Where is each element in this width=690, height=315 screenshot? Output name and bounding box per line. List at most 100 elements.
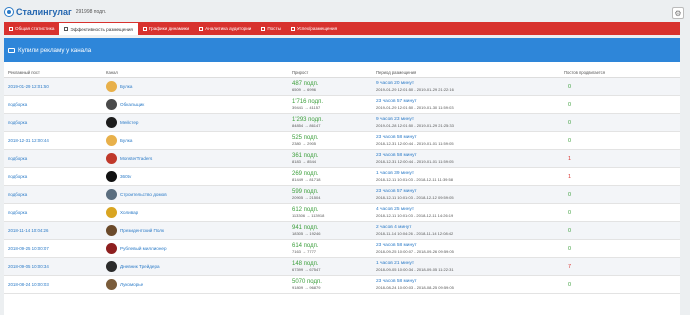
- channel-cell[interactable]: MonsterTraders: [106, 153, 292, 164]
- channel-logo-icon: [4, 6, 14, 17]
- panel-header: Купили рекламу у канала: [4, 38, 680, 62]
- settings-gear-icon[interactable]: ⚙: [672, 7, 684, 19]
- promoted-count: 0: [568, 83, 572, 90]
- tab-placement-success[interactable]: Успех/размещения: [286, 22, 342, 35]
- channel-cell[interactable]: Строительство домов: [106, 189, 292, 200]
- period-range: 2018-09-25 10:00:07 - 2018-09-26 09:59:0…: [376, 249, 454, 254]
- promoted-count: 0: [568, 209, 572, 216]
- ad-post-link[interactable]: подборка: [4, 174, 106, 180]
- channel-cell[interactable]: Обкальщик: [106, 99, 292, 110]
- channel-cell[interactable]: Мейстер: [106, 117, 292, 128]
- col-channel: Канал: [106, 70, 118, 75]
- tab-placement-efficiency[interactable]: Эффективность размещения: [59, 22, 138, 35]
- ad-post-link[interactable]: подборка: [4, 192, 106, 198]
- channel-cell[interactable]: Булка: [106, 81, 292, 92]
- channel-title[interactable]: Сталингулаг: [16, 7, 72, 17]
- period-range: 2018-11-14 10:04:26 - 2018-11-14 12:08:4…: [376, 231, 454, 236]
- placement-panel: Купили рекламу у канала Рекламный пост К…: [4, 38, 680, 315]
- ad-post-text[interactable]: подборка: [8, 156, 27, 161]
- tab-dynamics-charts[interactable]: Графики динамики: [138, 22, 194, 35]
- gain-detail: 18305 → 19246: [292, 231, 321, 236]
- ad-post-text[interactable]: подборка: [8, 174, 27, 179]
- ad-post-link[interactable]: 2018-12-31 12:00:44: [4, 138, 106, 144]
- gain-detail: 84854 → 86147: [292, 123, 321, 128]
- tab-general-stats[interactable]: Общая статистика: [4, 22, 59, 35]
- channel-name-link[interactable]: Обкальщик: [120, 102, 144, 107]
- promoted-count-cell: 0: [564, 246, 680, 252]
- col-ad-post: Рекламный пост: [8, 70, 40, 75]
- gain-detail: 91809 → 96879: [292, 285, 321, 290]
- ad-post-text[interactable]: 2018-09-05 10:00:34: [8, 264, 49, 269]
- ad-post-text[interactable]: подборка: [8, 102, 27, 107]
- channel-name-link[interactable]: Строительство домов: [120, 192, 167, 197]
- channel-name-link[interactable]: Лукоморье: [120, 282, 143, 287]
- ad-post-text[interactable]: 2018-09-25 10:00:07: [8, 246, 49, 251]
- channel-cell[interactable]: Рублевый миллионер: [106, 243, 292, 254]
- channel-name-link[interactable]: Дневник Трейдера: [120, 264, 160, 269]
- ad-post-link[interactable]: подборка: [4, 156, 106, 162]
- period-cell: 23 часов 57 минут 2018-12-11 10:01:03 - 2…: [376, 189, 564, 200]
- channel-avatar: [106, 117, 117, 128]
- period-cell: 4 часов 25 минут 2018-12-11 10:01:03 - 20…: [376, 207, 564, 218]
- ad-post-text[interactable]: 2019-01-29 12:01:50: [8, 84, 49, 89]
- channel-cell[interactable]: Холивар: [106, 207, 292, 218]
- gain-detail: 2380 → 2905: [292, 141, 317, 146]
- channel-name-link[interactable]: Холивар: [120, 210, 138, 215]
- table-body: 2019-01-29 12:01:50 Булка 487 подп. 6509 → …: [4, 78, 680, 294]
- ad-post-link[interactable]: подборка: [4, 210, 106, 216]
- channel-name-link[interactable]: 360tv: [120, 174, 131, 179]
- ad-post-link[interactable]: подборка: [4, 120, 106, 126]
- channel-name-link[interactable]: Рублевый миллионер: [120, 246, 167, 251]
- ad-post-text[interactable]: 2018-11-14 10:04:26: [8, 228, 48, 233]
- period-cell: 23 часов 58 минут 2018-08-24 10:00:03 - 2…: [376, 279, 564, 290]
- channel-cell[interactable]: 360tv: [106, 171, 292, 182]
- table-row: 2018-09-05 10:00:34 Дневник Трейдера 148 п…: [4, 258, 680, 276]
- bar-chart-icon: [261, 26, 266, 31]
- channel-avatar: [106, 189, 117, 200]
- channel-cell[interactable]: Лукоморье: [106, 279, 292, 290]
- channel-name-link[interactable]: Булка: [120, 138, 132, 143]
- channel-cell[interactable]: Булка: [106, 135, 292, 146]
- tab-posts[interactable]: Посты: [256, 22, 286, 35]
- period-range: 2019-01-29 12:01:50 - 2019-01-30 11:59:0…: [376, 105, 454, 110]
- table-header: Рекламный пост Канал Прирост Период разм…: [4, 68, 680, 78]
- promoted-count-cell: 7: [564, 264, 680, 270]
- tab-audience-analytics[interactable]: Аналитика аудитории: [194, 22, 256, 35]
- promoted-count-cell: 0: [564, 192, 680, 198]
- period-range: 2018-12-11 10:01:03 - 2018-12-11 11:39:5…: [376, 177, 453, 182]
- ad-post-text[interactable]: подборка: [8, 120, 27, 125]
- ad-post-link[interactable]: 2018-09-25 10:00:07: [4, 246, 106, 252]
- table-row: 2018-08-24 10:00:03 Лукоморье 5070 подп. 91…: [4, 276, 680, 294]
- ad-post-text[interactable]: подборка: [8, 192, 27, 197]
- ad-post-link[interactable]: 2018-08-24 10:00:03: [4, 282, 106, 288]
- ad-post-link[interactable]: 2019-01-29 12:01:50: [4, 84, 106, 90]
- bar-chart-icon: [142, 26, 147, 31]
- channel-name-link[interactable]: Президентский Полк: [120, 228, 164, 233]
- gain-detail: 20905 → 21504: [292, 195, 321, 200]
- ad-post-text[interactable]: 2018-12-31 12:00:44: [8, 138, 49, 143]
- promoted-count: 0: [568, 137, 572, 144]
- promoted-count-cell: 1: [564, 156, 680, 162]
- channel-cell[interactable]: Президентский Полк: [106, 225, 292, 236]
- ad-post-text[interactable]: подборка: [8, 210, 27, 215]
- gain-detail: 8183 → 8544: [292, 159, 317, 164]
- col-gain: Прирост: [292, 70, 309, 75]
- gain-cell: 599 подп. 20905 → 21504: [292, 189, 376, 200]
- promoted-count-cell: 0: [564, 102, 680, 108]
- gain-detail: 113306 → 113918: [292, 213, 325, 218]
- channel-cell[interactable]: Дневник Трейдера: [106, 261, 292, 272]
- period-cell: 23 часов 58 минут 2018-09-25 10:00:07 - 2…: [376, 243, 564, 254]
- ad-post-text[interactable]: 2018-08-24 10:00:03: [8, 282, 49, 287]
- subscriber-count: 291998 подп.: [75, 8, 107, 15]
- ad-post-link[interactable]: подборка: [4, 102, 106, 108]
- table-row: подборка Холивар 612 подп. 113306 → 113918 4…: [4, 204, 680, 222]
- channel-name-link[interactable]: MonsterTraders: [120, 156, 152, 161]
- tab-bar: Общая статистика Эффективность размещени…: [4, 22, 680, 35]
- ad-post-link[interactable]: 2018-11-14 10:04:26: [4, 228, 106, 234]
- calendar-icon: [9, 26, 13, 31]
- channel-name-link[interactable]: Булка: [120, 84, 132, 89]
- ad-post-link[interactable]: 2018-09-05 10:00:34: [4, 264, 106, 270]
- bar-chart-icon: [199, 26, 204, 31]
- promoted-count: 0: [568, 191, 572, 198]
- channel-name-link[interactable]: Мейстер: [120, 120, 138, 125]
